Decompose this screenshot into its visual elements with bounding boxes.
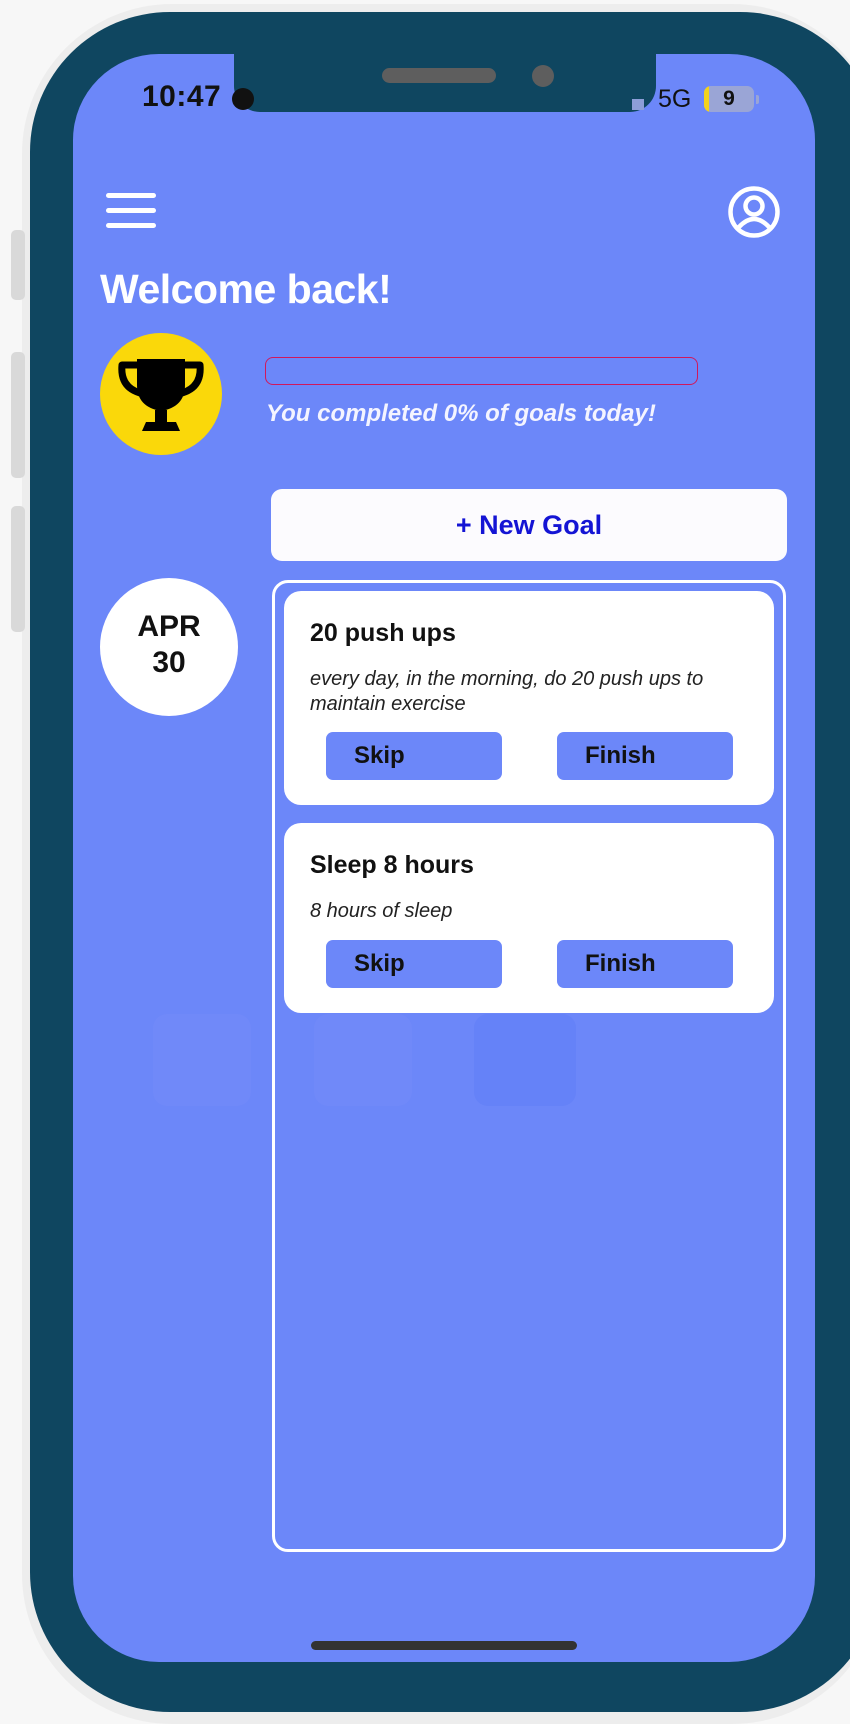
signal-icon bbox=[632, 99, 644, 110]
volume-down-button bbox=[11, 506, 25, 632]
skip-button[interactable]: Skip bbox=[326, 940, 502, 988]
skip-button[interactable]: Skip bbox=[326, 732, 502, 780]
battery-cap bbox=[756, 95, 759, 104]
battery-level-text: 9 bbox=[723, 87, 735, 110]
goal-card: Sleep 8 hours 8 hours of sleep Skip Fini… bbox=[284, 823, 774, 1013]
date-month: APR bbox=[137, 610, 201, 643]
progress-summary: You completed 0% of goals today! bbox=[266, 400, 656, 427]
trophy-icon bbox=[118, 359, 204, 431]
finish-button[interactable]: Finish bbox=[557, 732, 733, 780]
battery-icon: 9 bbox=[704, 86, 754, 112]
trophy-badge bbox=[100, 333, 222, 455]
silent-switch bbox=[11, 230, 25, 300]
finish-button[interactable]: Finish bbox=[557, 940, 733, 988]
date-day: 30 bbox=[152, 646, 186, 679]
goal-title: 20 push ups bbox=[310, 619, 456, 647]
network-type: 5G bbox=[658, 85, 692, 113]
goal-description: 8 hours of sleep bbox=[310, 900, 453, 922]
focus-moon-icon bbox=[232, 88, 254, 110]
front-camera bbox=[532, 65, 554, 87]
speaker bbox=[382, 68, 496, 83]
goal-description: every day, in the morning, do 20 push up… bbox=[310, 668, 704, 715]
date-badge: APR 30 bbox=[100, 578, 238, 716]
hamburger-menu-icon[interactable] bbox=[106, 193, 156, 229]
faded-app-icon bbox=[153, 1014, 251, 1106]
volume-up-button bbox=[11, 352, 25, 478]
goal-title: Sleep 8 hours bbox=[310, 851, 474, 879]
page-title: Welcome back! bbox=[100, 266, 392, 312]
goal-card: 20 push ups every day, in the morning, d… bbox=[284, 591, 774, 805]
new-goal-button[interactable]: + New Goal bbox=[271, 489, 787, 561]
user-circle-icon[interactable] bbox=[728, 186, 780, 238]
status-time: 10:47 bbox=[142, 80, 222, 113]
home-indicator bbox=[311, 1641, 577, 1650]
goal-progress-bar bbox=[265, 357, 698, 385]
